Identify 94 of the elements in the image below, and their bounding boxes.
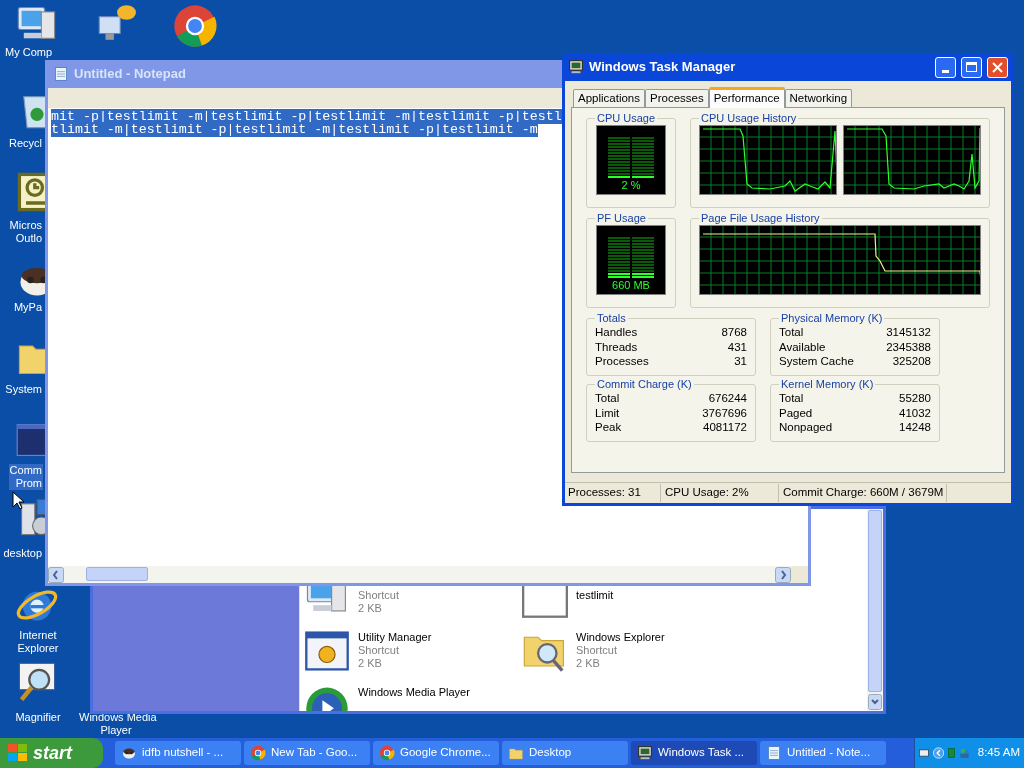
file-size: 2 KB (576, 657, 601, 670)
scroll-left-button[interactable] (48, 566, 64, 583)
meter-reading: 660 MB (612, 280, 650, 291)
file-size: 2 KB (358, 602, 383, 615)
scroll-down-button[interactable] (868, 694, 882, 710)
meter-reading: 2 % (621, 180, 641, 191)
vertical-scrollbar[interactable] (867, 509, 883, 711)
stat-label: Threads (595, 339, 638, 354)
group-title: Page File Usage History (700, 212, 821, 225)
stat-value: 3145132 (886, 325, 931, 340)
windows-logo-icon (8, 744, 28, 762)
desktop-icon-label[interactable]: Magnifier (8, 711, 68, 724)
keyboard-icon[interactable] (919, 748, 929, 758)
stat-value: 4081172 (703, 420, 747, 435)
tab[interactable]: Networking (784, 89, 853, 107)
file-name[interactable]: Windows Explorer (576, 631, 665, 644)
group-title: Physical Memory (K) (780, 312, 884, 325)
group-title: Totals (596, 312, 627, 325)
stat-label: Paged (779, 405, 813, 420)
file-name[interactable]: testlimit (576, 589, 614, 602)
stat-value: 31 (734, 354, 747, 369)
stat-label: Total (779, 391, 804, 406)
notepad-icon (766, 745, 782, 761)
stat-label: Nonpaged (779, 420, 833, 435)
stat-label: Limit (595, 405, 620, 420)
window-title: Untitled - Notepad (74, 65, 186, 84)
stat-value: 8768 (721, 325, 747, 340)
close-icon (992, 61, 1003, 73)
group-title: Commit Charge (K) (596, 378, 693, 391)
taskbar-button[interactable]: Windows Task ... (631, 741, 757, 765)
tab[interactable]: Performance (708, 87, 785, 108)
stat-label: Handles (595, 325, 638, 340)
taskbar-button[interactable]: Untitled - Note... (760, 741, 886, 765)
group-title: CPU Usage History (700, 112, 798, 125)
start-button[interactable]: start (0, 738, 103, 768)
file-type: Shortcut (358, 589, 399, 602)
notepad-icon (53, 66, 69, 82)
stat-label: Peak (595, 420, 622, 435)
desktop-icon-label[interactable]: Internet Explorer (8, 629, 68, 655)
tab[interactable]: Processes (645, 89, 709, 107)
stat-value: 431 (727, 339, 747, 354)
file-size: 2 KB (358, 657, 383, 670)
stat-label: System Cache (779, 354, 854, 369)
desktop-icon-label[interactable]: System (4, 383, 43, 396)
group-title: CPU Usage (596, 112, 657, 125)
stat-label: Available (779, 339, 826, 354)
chrome-icon (172, 3, 218, 49)
stat-value: 14248 (899, 420, 931, 435)
desktop-icon-label[interactable]: Micros Outlo (8, 219, 43, 245)
tab[interactable]: Applications (573, 89, 645, 107)
stat-value: 2345388 (886, 339, 931, 354)
meter-bars (608, 237, 654, 278)
desktop-icon-label[interactable]: desktop (2, 547, 43, 560)
chevron-left-icon[interactable] (932, 745, 944, 761)
minimize-button[interactable] (935, 56, 956, 78)
scroll-right-button[interactable] (775, 566, 791, 583)
stat-label: Total (595, 391, 620, 406)
status-text: Processes: 31 (565, 484, 661, 502)
stat-label: Total (779, 325, 804, 340)
computer-icon (568, 59, 584, 75)
file-name[interactable]: Windows Media Player (358, 686, 470, 699)
taskbar-button[interactable]: New Tab - Goo... (244, 741, 370, 765)
stat-value: 41032 (899, 405, 931, 420)
stat-label: Processes (595, 354, 649, 369)
status-text: CPU Usage: 2% (661, 484, 779, 502)
size-grip[interactable] (791, 566, 808, 583)
desktop-icon-label[interactable]: MyPa (12, 301, 43, 314)
scrollbar-thumb[interactable] (868, 510, 882, 692)
chrome-icon (379, 745, 395, 761)
chrome-icon (250, 745, 266, 761)
desktop-icon-label[interactable]: Recycl (8, 137, 43, 150)
status-text: Commit Charge: 660M / 3679M (779, 484, 948, 502)
computer-icon (637, 745, 653, 761)
folder-icon (508, 745, 524, 761)
stat-value: 55280 (899, 391, 931, 406)
desktop-icon-label[interactable]: Comm Prom (8, 464, 43, 490)
stat-value: 676244 (708, 391, 747, 406)
window-title: Windows Task Manager (589, 58, 737, 77)
close-button[interactable] (987, 56, 1008, 78)
mouse-cursor-icon (12, 491, 24, 510)
desktop-icon-label[interactable]: My Comp (4, 46, 54, 59)
maximize-button[interactable] (961, 56, 982, 78)
stat-value: 325208 (892, 354, 931, 369)
file-name[interactable]: Utility Manager (358, 631, 432, 644)
scrollbar-thumb[interactable] (86, 567, 148, 581)
group-title: Kernel Memory (K) (780, 378, 875, 391)
taskbar-button[interactable]: Desktop (502, 741, 628, 765)
taskbar-button[interactable]: idfb nutshell - ... (115, 741, 241, 765)
file-type: Shortcut (576, 644, 618, 657)
file-type: Shortcut (358, 644, 400, 657)
meter-bars (608, 137, 654, 178)
group-title: PF Usage (596, 212, 647, 225)
taskbar-button[interactable]: Google Chrome... (373, 741, 499, 765)
stat-value: 3767696 (702, 405, 747, 420)
